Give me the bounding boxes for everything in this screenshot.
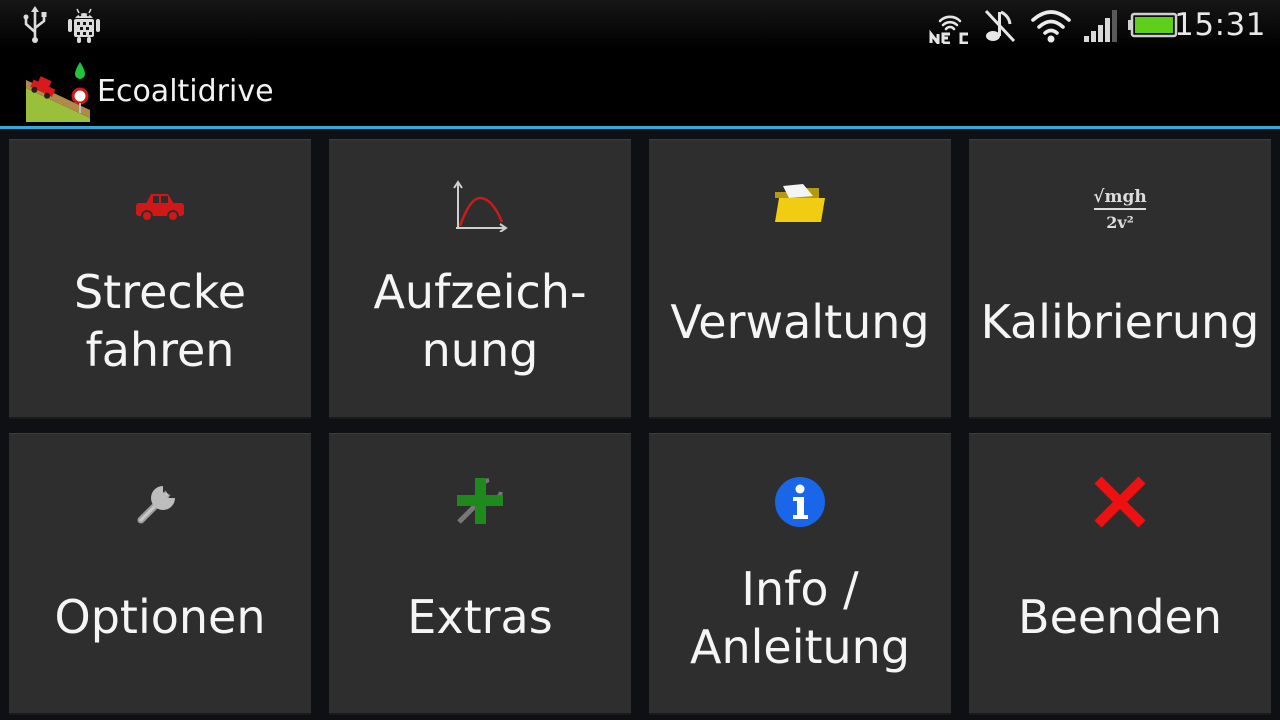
tile-icon-wrap (329, 140, 631, 270)
tile-icon-wrap (649, 434, 951, 564)
tile-icon-wrap (649, 140, 951, 270)
chart-icon (453, 180, 508, 232)
clock: 15:31 (1174, 7, 1266, 43)
tile-label: Extras (407, 590, 553, 644)
close-icon (1094, 476, 1146, 528)
formula-icon: √mgh 2v² (1093, 187, 1146, 232)
tile-label: Strecke fahren (73, 265, 247, 377)
app-logo-icon[interactable] (24, 62, 92, 124)
verwaltung-button[interactable]: Verwaltung (649, 139, 951, 419)
battery-icon (1128, 12, 1178, 38)
strecke-fahren-button[interactable]: Strecke fahren (9, 139, 311, 419)
plus-icon (457, 478, 503, 524)
android-debug-icon (68, 8, 100, 43)
signal-icon (1084, 10, 1117, 42)
tile-label: Aufzeich- nung (373, 265, 587, 377)
tile-icon-wrap (969, 434, 1271, 564)
beenden-button[interactable]: Beenden (969, 433, 1271, 715)
info-icon (775, 477, 825, 527)
status-bar: 15:31 (0, 0, 1280, 50)
usb-icon (23, 6, 47, 43)
svg-text:2v²: 2v² (1106, 213, 1133, 232)
svg-text:√mgh: √mgh (1093, 187, 1146, 207)
tile-icon-wrap: √mgh 2v² (969, 140, 1271, 270)
wrench-icon (137, 485, 176, 524)
tile-icon-wrap (329, 434, 631, 564)
optionen-button[interactable]: Optionen (9, 433, 311, 715)
folder-icon (775, 184, 825, 222)
nfc-icon (929, 15, 968, 44)
app-title: Ecoaltidrive (97, 74, 274, 109)
tile-icon-wrap (9, 140, 311, 270)
kalibrierung-button[interactable]: √mgh 2v² Kalibrierung (969, 139, 1271, 419)
extras-button[interactable]: Extras (329, 433, 631, 715)
mute-icon (984, 9, 1016, 43)
tile-icon-wrap (9, 434, 311, 564)
tile-label: Optionen (54, 590, 266, 644)
tile-label: Info / Anleitung (689, 562, 911, 674)
tile-label: Verwaltung (670, 295, 930, 349)
car-icon (136, 194, 184, 222)
aufzeichnung-button[interactable]: Aufzeich- nung (329, 139, 631, 419)
tile-label: Beenden (1018, 590, 1222, 644)
info-anleitung-button[interactable]: Info / Anleitung (649, 433, 951, 715)
tile-label: Kalibrierung (980, 295, 1260, 349)
wifi-icon (1031, 10, 1071, 43)
